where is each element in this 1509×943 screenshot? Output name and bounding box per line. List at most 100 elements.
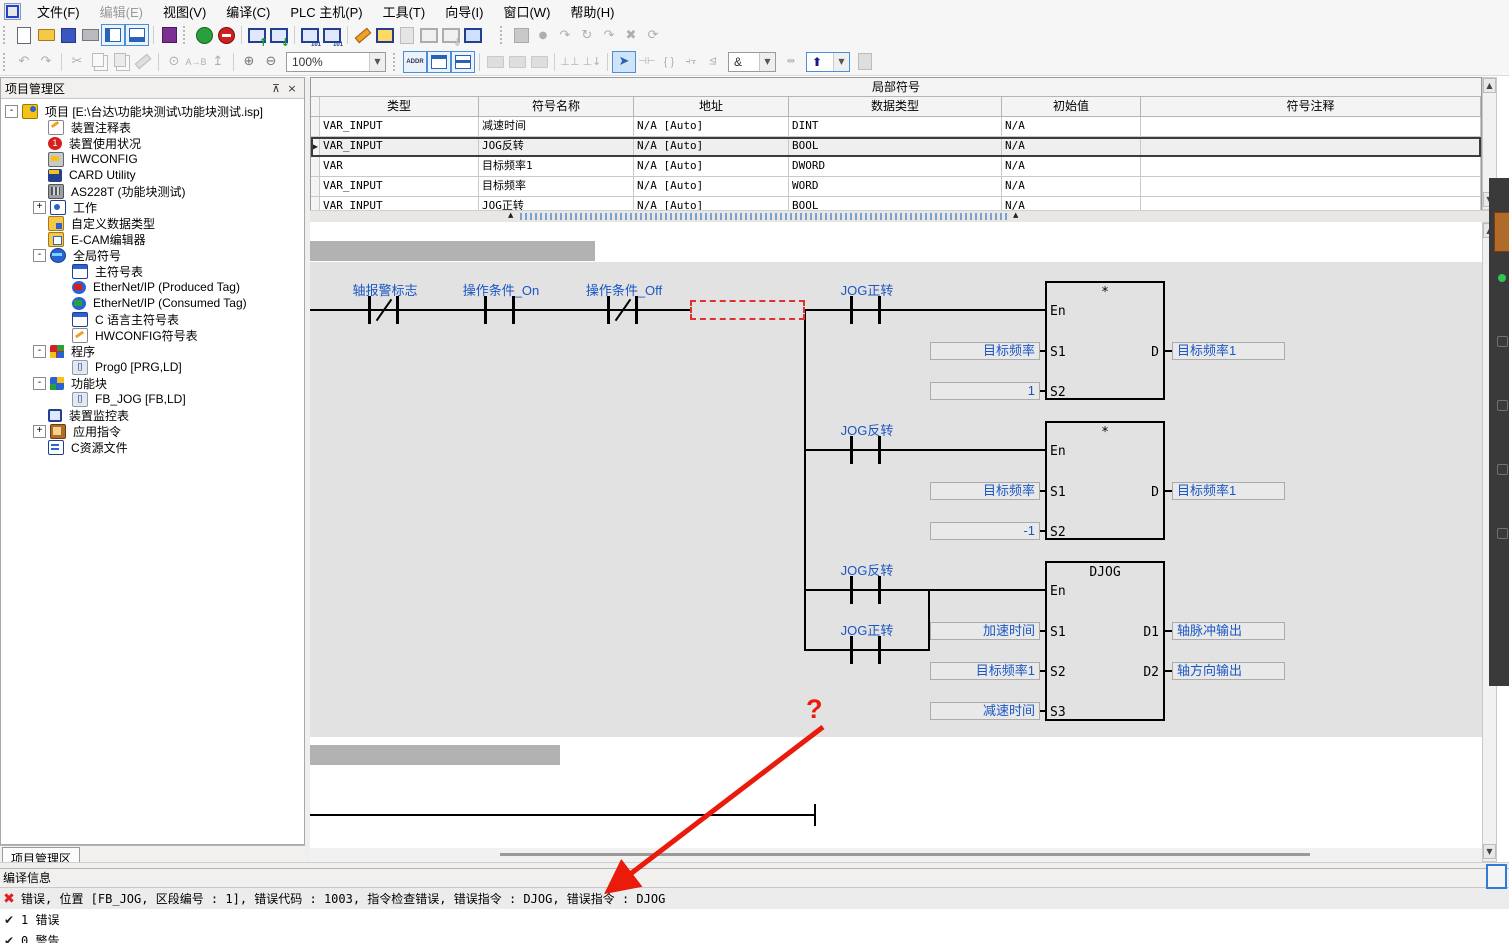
network2-rail-end[interactable]	[814, 804, 816, 826]
splitter-collapse-icon[interactable]: ▲	[1013, 211, 1018, 219]
contact-nc[interactable]	[396, 296, 399, 324]
operand-input[interactable]: 目标频率	[930, 482, 1040, 500]
contact-no[interactable]	[484, 296, 487, 324]
menu-edit[interactable]: 编辑(E)	[90, 0, 153, 23]
symbol-row-selected[interactable]: ▶ VAR_INPUT JOG反转 N/A [Auto] BOOL N/A	[311, 137, 1481, 157]
contact-nc[interactable]	[368, 296, 371, 324]
tree-item-ethernet-consumed[interactable]: EtherNet/IP (Consumed Tag)	[1, 295, 304, 311]
coil-up-tool-combo[interactable]: ⬆ ▼	[806, 52, 850, 72]
run-icon[interactable]	[193, 24, 215, 46]
chevron-down-icon[interactable]: ▼	[759, 53, 775, 71]
contact-no[interactable]	[850, 436, 853, 464]
eraser-icon[interactable]	[132, 51, 154, 73]
selection-cursor-box[interactable]	[690, 300, 805, 320]
col-comment[interactable]: 符号注释	[1141, 97, 1481, 116]
contact-no[interactable]	[512, 296, 515, 324]
toolbar-grip[interactable]	[3, 26, 10, 44]
rotate-up-icon[interactable]: ↷	[598, 24, 620, 46]
toolbar-grip[interactable]	[183, 26, 190, 44]
contact-nc[interactable]	[607, 296, 610, 324]
tree-item-plc-module[interactable]: AS228T (功能块测试)	[1, 183, 304, 199]
scroll-down-icon[interactable]: ▼	[1483, 844, 1496, 859]
contact-label[interactable]: 轴报警标志	[325, 280, 445, 299]
symbol-row[interactable]: VAR_INPUT 目标频率 N/A [Auto] WORD N/A	[311, 177, 1481, 197]
cut-icon[interactable]: ✂	[66, 51, 88, 73]
open-file-icon[interactable]	[35, 24, 57, 46]
print-icon[interactable]	[79, 24, 101, 46]
menu-view[interactable]: 视图(V)	[153, 0, 216, 23]
col-initial[interactable]: 初始值	[1002, 97, 1141, 116]
insert-network-above-icon[interactable]	[528, 51, 550, 73]
offline-edit-icon[interactable]	[396, 24, 418, 46]
contact-label[interactable]: 操作条件_Off	[564, 280, 684, 299]
edit-pen-icon[interactable]	[352, 24, 374, 46]
operand-output[interactable]: 轴脉冲输出	[1172, 622, 1285, 640]
toolbar-grip[interactable]	[500, 26, 507, 44]
tree-item-hwconfig-symbol-table[interactable]: HWCONFIG符号表	[1, 327, 304, 343]
simulator-icon[interactable]	[510, 24, 532, 46]
tree-item-custom-datatype[interactable]: 自定义数据类型	[1, 215, 304, 231]
tree-item-device-comment[interactable]: 装置注释表	[1, 119, 304, 135]
focused-scroll-button[interactable]	[1486, 864, 1507, 889]
contact-nc[interactable]	[635, 296, 638, 324]
contact-no[interactable]	[850, 636, 853, 664]
contact-no[interactable]	[878, 636, 881, 664]
copy-icon[interactable]	[88, 51, 110, 73]
operand-output[interactable]: 轴方向输出	[1172, 662, 1285, 680]
rotate-in-icon[interactable]: ↷	[554, 24, 576, 46]
comment-mode-icon[interactable]	[418, 24, 440, 46]
tree-item-main-symbol-table[interactable]: 主符号表	[1, 263, 304, 279]
tree-item-c-symbol-table[interactable]: C 语言主符号表	[1, 311, 304, 327]
tree-item-applied-instructions[interactable]: + 应用指令	[1, 423, 304, 439]
function-block-djog[interactable]: DJOG En S1 S2 S3 D1 D2	[1045, 561, 1165, 721]
operand-output[interactable]: 目标频率1	[1172, 482, 1285, 500]
tree-item-c-resource[interactable]: C资源文件	[1, 439, 304, 455]
replace-icon[interactable]: A→B	[185, 51, 207, 73]
device-monitor-2-icon[interactable]: 101	[321, 24, 343, 46]
symbol-view-toggle-icon[interactable]	[427, 51, 451, 73]
toolbar-grip[interactable]	[393, 53, 400, 71]
refresh-icon[interactable]: ⟳	[642, 24, 664, 46]
menu-compile[interactable]: 编译(C)	[216, 0, 280, 23]
pin-icon[interactable]: ⊼	[268, 81, 284, 95]
paste-icon[interactable]	[110, 51, 132, 73]
operand-input[interactable]: 目标频率	[930, 342, 1040, 360]
menu-tools[interactable]: 工具(T)	[373, 0, 436, 23]
deactivate-network-icon[interactable]	[506, 51, 528, 73]
tree-item-ethernet-produced[interactable]: EtherNet/IP (Produced Tag)	[1, 279, 304, 295]
contact-no[interactable]	[878, 576, 881, 604]
insert-network-below-icon[interactable]: ⊥⊥	[559, 51, 581, 73]
contact-label[interactable]: 操作条件_On	[441, 280, 561, 299]
menu-help[interactable]: 帮助(H)	[560, 0, 624, 23]
addr-toggle-icon[interactable]: ADDR	[403, 51, 427, 73]
scroll-up-icon[interactable]: ▲	[1483, 78, 1496, 93]
compile-warning-count[interactable]: ✔ 0 警告	[0, 930, 1509, 943]
download-to-plc-icon[interactable]: ↑	[246, 24, 268, 46]
contact-label[interactable]: JOG正转	[807, 280, 927, 299]
splitter-collapse-icon[interactable]: ▲	[508, 211, 513, 219]
disconnect-icon[interactable]: ✖	[620, 24, 642, 46]
rung-down-icon[interactable]: ⊥↓	[581, 51, 603, 73]
toolbar-grip[interactable]	[3, 53, 10, 71]
tree-item-ecam-editor[interactable]: E-CAM编辑器	[1, 231, 304, 247]
save-icon[interactable]	[57, 24, 79, 46]
tree-item-device-monitor-table[interactable]: 装置监控表	[1, 407, 304, 423]
operand-input[interactable]: 减速时间	[930, 702, 1040, 720]
contact-label[interactable]: JOG反转	[807, 560, 927, 579]
network1-comment-bar[interactable]	[310, 241, 595, 261]
symbol-row[interactable]: VAR 目标频率1 N/A [Auto] DWORD N/A	[311, 157, 1481, 177]
view-output-toggle-icon[interactable]	[125, 24, 149, 46]
zoom-out-icon[interactable]: ⊖	[260, 51, 282, 73]
contact-no[interactable]	[878, 436, 881, 464]
contact-tool-icon[interactable]: ⊣⊢	[636, 51, 658, 73]
ladder-editor[interactable]: 轴报警标志 操作条件_On 操作条件_Off JOG正转 JOG反转 JOG反转…	[310, 222, 1482, 862]
rotate-out-icon[interactable]: ↻	[576, 24, 598, 46]
menu-file[interactable]: 文件(F)	[27, 0, 90, 23]
device-monitor-icon[interactable]: 101	[299, 24, 321, 46]
logic-gate-combo[interactable]: & ▼	[728, 52, 776, 72]
chevron-down-icon[interactable]: ▼	[833, 53, 849, 71]
tree-item-function-blocks[interactable]: - 功能块	[1, 375, 304, 391]
tree-item-project[interactable]: - 项目 [E:\台达\功能块测试\功能块测试.isp]	[1, 103, 304, 119]
compile-error-line[interactable]: ✖ 错误, 位置 [FB_JOG, 区段编号 : 1], 错误代码 : 1003…	[0, 888, 1509, 909]
upload-from-plc-icon[interactable]: ↓	[268, 24, 290, 46]
